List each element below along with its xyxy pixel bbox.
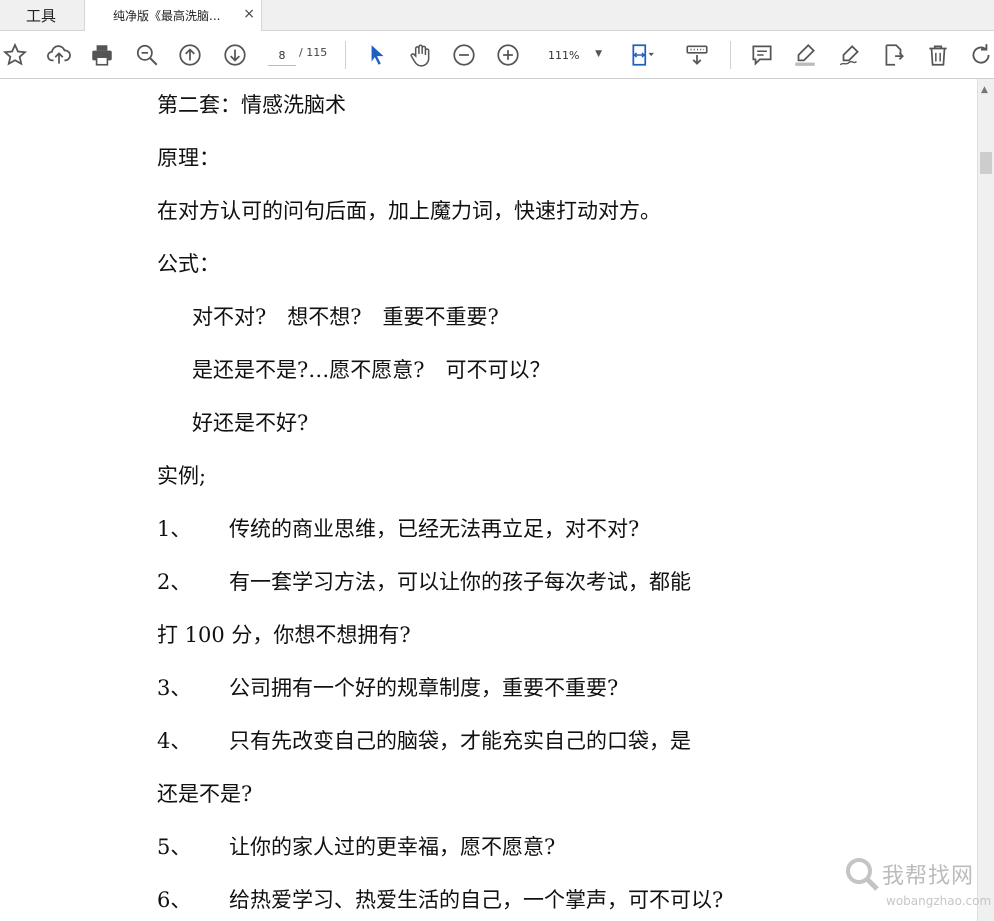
scroll-up-arrow-icon[interactable]: ▲ xyxy=(981,85,988,95)
doc-line: 第二套：情感洗脑术 xyxy=(157,93,346,117)
doc-line: 实例; xyxy=(157,464,207,488)
edit-document-icon[interactable] xyxy=(879,40,909,70)
read-mode-icon[interactable] xyxy=(682,40,712,70)
previous-page-icon[interactable] xyxy=(175,40,205,70)
tab-tools[interactable]: 工具 xyxy=(0,0,82,30)
doc-list-item: 5、 让你的家人过的更幸福，愿不愿意? xyxy=(157,835,556,859)
comment-icon[interactable] xyxy=(747,40,777,70)
rotate-icon[interactable] xyxy=(966,40,994,70)
tab-document-title: 纯净版《最高洗脑... xyxy=(113,9,221,23)
close-icon[interactable]: × xyxy=(243,6,255,22)
upload-cloud-icon[interactable] xyxy=(44,40,74,70)
doc-list-item: 6、 给热爱学习、热爱生活的自己，一个掌声，可不可以? xyxy=(157,888,724,912)
zoom-out-icon[interactable] xyxy=(449,40,479,70)
document-page[interactable]: 第二套：情感洗脑术 原理： 在对方认可的问句后面，加上魔力词，快速打动对方。 公… xyxy=(0,79,977,921)
doc-list-item: 4、 只有先改变自己的脑袋，才能充实自己的口袋，是 xyxy=(157,729,691,753)
print-icon[interactable] xyxy=(87,40,117,70)
zoom-search-icon[interactable] xyxy=(132,40,162,70)
doc-line: 公式： xyxy=(157,252,220,276)
watermark-url: wobangzhao.com xyxy=(886,894,992,908)
tab-bar: 工具 纯净版《最高洗脑... × xyxy=(0,0,994,31)
toolbar-divider xyxy=(345,41,346,69)
chevron-down-icon: ▼ xyxy=(595,49,602,59)
toolbar-divider xyxy=(730,41,731,69)
doc-list-item: 2、 有一套学习方法，可以让你的孩子每次考试，都能 xyxy=(157,570,691,594)
zoom-level-value: 111% xyxy=(548,48,580,62)
doc-line: 在对方认可的问句后面，加上魔力词，快速打动对方。 xyxy=(157,199,661,223)
doc-list-item: 1、 传统的商业思维，已经无法再立足，对不对? xyxy=(157,517,640,541)
watermark-logo: 我帮找网 wobangzhao.com xyxy=(840,852,992,918)
tab-document[interactable]: 纯净版《最高洗脑... × xyxy=(84,0,262,31)
doc-line: 是还是不是?…愿不愿意? 可不可以？ xyxy=(192,358,551,382)
sign-pen-icon[interactable] xyxy=(835,40,865,70)
zoom-level-select[interactable]: 111% ▼ xyxy=(540,45,606,65)
magnifier-logo-icon xyxy=(846,858,879,891)
watermark-text: 我帮找网 xyxy=(882,864,975,889)
doc-line: 还是不是? xyxy=(157,782,253,806)
doc-list-item: 3、 公司拥有一个好的规章制度，重要不重要? xyxy=(157,676,619,700)
zoom-in-icon[interactable] xyxy=(493,40,523,70)
select-cursor-icon[interactable] xyxy=(362,40,392,70)
doc-line: 好还是不好? xyxy=(192,411,309,435)
trash-icon[interactable] xyxy=(923,40,953,70)
next-page-icon[interactable] xyxy=(220,40,250,70)
bookmark-star-icon[interactable] xyxy=(0,40,30,70)
page-number-input[interactable]: 8 xyxy=(268,45,296,66)
doc-line: 原理： xyxy=(157,146,220,170)
page-total: / 115 xyxy=(299,46,328,59)
fit-page-icon[interactable] xyxy=(627,40,657,70)
vertical-scrollbar[interactable]: ▲ xyxy=(977,79,994,921)
hand-tool-icon[interactable] xyxy=(405,40,435,70)
highlight-pen-icon[interactable] xyxy=(790,40,820,70)
doc-line: 对不对? 想不想? 重要不重要? xyxy=(192,305,499,329)
toolbar: 8 / 115 111% ▼ xyxy=(0,31,994,79)
doc-line: 打 100 分，你想不想拥有? xyxy=(157,623,411,647)
scrollbar-thumb[interactable] xyxy=(980,152,992,174)
